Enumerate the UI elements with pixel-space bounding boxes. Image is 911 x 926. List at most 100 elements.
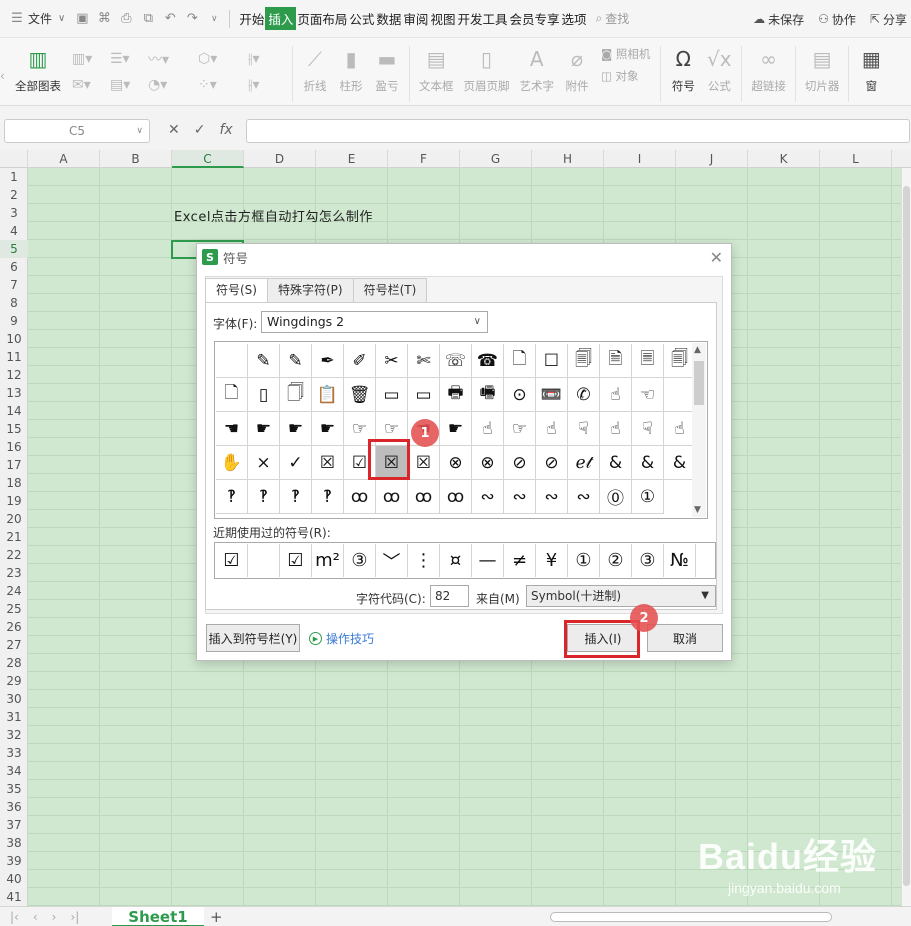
redo-icon[interactable]: ↷ [184,11,200,27]
wordart-button[interactable]: A 艺术字 [515,46,560,94]
symbol-cell[interactable]: ☛ [280,412,312,446]
symbol-cell[interactable]: ☝ [536,412,568,446]
symbol-cell[interactable]: ‽ [248,480,280,514]
symbol-cell[interactable]: 📋 [312,378,344,412]
formula-button[interactable]: √x 公式 [701,46,737,94]
vertical-scrollbar[interactable] [901,168,911,906]
scatter-chart-icon[interactable]: ⁘▾ [198,72,236,98]
row-header-9[interactable]: 9 [0,312,28,330]
symbol-cell[interactable]: ☚ [216,412,248,446]
sparkline-winloss-button[interactable]: ▬ 盈亏 [369,46,405,94]
symbol-cell[interactable]: ✎ [248,344,280,378]
recent-symbol-cell[interactable]: ☑ [216,544,248,577]
column-header-a[interactable]: A [28,150,100,168]
name-box[interactable]: C5 ∨ [4,119,150,143]
row-header-26[interactable]: 26 [0,618,28,636]
recent-symbol-cell[interactable]: ¥ [536,544,568,577]
row-header-40[interactable]: 40 [0,870,28,888]
row-header-35[interactable]: 35 [0,780,28,798]
symbol-cell[interactable]: ✐ [344,344,376,378]
undo-icon[interactable]: ↶ [162,11,178,27]
row-header-28[interactable]: 28 [0,654,28,672]
symbol-cell[interactable]: 🗏 [632,344,664,378]
recent-symbol-cell[interactable]: ☑ [280,544,312,577]
row-header-41[interactable]: 41 [0,888,28,906]
symbol-cell[interactable]: ▯ [248,378,280,412]
unsaved-button[interactable]: ☁ 未保存 [753,11,804,28]
symbol-cell[interactable]: 🗋 [504,344,536,378]
row-header-14[interactable]: 14 [0,402,28,420]
symbol-cell[interactable]: ∾ [504,480,536,514]
dialog-tab-0[interactable]: 符号(S) [205,278,268,303]
row-header-15[interactable]: 15 [0,420,28,438]
recent-symbol-cell[interactable]: — [472,544,504,577]
row-header-31[interactable]: 31 [0,708,28,726]
symbol-cell[interactable]: ‽ [216,480,248,514]
stats-chart-icon[interactable]: ▤▾ [110,72,148,98]
combo-chart-icon[interactable]: ⫲▾ [248,72,282,98]
symbol-cell[interactable]: ☝ [472,412,504,446]
symbol-cell[interactable]: ✂ [376,344,408,378]
column-header-k[interactable]: K [748,150,820,168]
symbol-cell[interactable]: ✋ [216,446,248,480]
area-chart-icon[interactable]: ✉▾ [72,72,110,98]
row-header-12[interactable]: 12 [0,366,28,384]
dialog-tab-1[interactable]: 特殊字符(P) [266,278,354,302]
symbol-cell[interactable]: ☛ [312,412,344,446]
recent-symbol-cell[interactable]: ② [600,544,632,577]
symbol-cell[interactable]: 🖷 [472,378,504,412]
symbol-cell[interactable]: ✄ [408,344,440,378]
formula-input[interactable] [246,119,910,143]
file-menu[interactable]: ☰ 文件 ∨ [0,0,71,38]
recent-symbol-cell[interactable]: ¤ [440,544,472,577]
print-icon[interactable]: ⎙ [118,11,134,27]
font-select[interactable]: Wingdings 2 ∨ [261,311,488,333]
row-header-8[interactable]: 8 [0,294,28,312]
symbol-cell[interactable]: ℯ𝓉 [568,446,600,480]
column-header-d[interactable]: D [244,150,316,168]
symbol-cell[interactable]: ✎ [280,344,312,378]
symbol-cell[interactable]: ☝ [600,412,632,446]
symbol-cell[interactable]: ☟ [568,412,600,446]
radar-chart-icon[interactable]: ⬡▾ [198,46,236,72]
from-select[interactable]: Symbol(十进制) ▼ [526,585,716,607]
format-painter-icon[interactable]: ⌘ [96,11,112,27]
menu-tab-7[interactable]: 开发工具 [456,7,508,30]
menu-tab-4[interactable]: 数据 [375,7,402,30]
row-header-39[interactable]: 39 [0,852,28,870]
column-header-l[interactable]: L [820,150,892,168]
recent-symbol-cell[interactable]: ① [568,544,600,577]
symbol-cell[interactable]: ꝏ [344,480,376,514]
recent-symbol-cell[interactable] [248,544,280,577]
row-header-16[interactable]: 16 [0,438,28,456]
row-header-19[interactable]: 19 [0,492,28,510]
row-header-32[interactable]: 32 [0,726,28,744]
recent-symbol-cell[interactable]: ⋮ [408,544,440,577]
symbol-cell[interactable] [216,344,248,378]
save-icon[interactable]: ▣ [74,11,90,27]
row-header-2[interactable]: 2 [0,186,28,204]
symbol-cell[interactable]: ☟ [632,412,664,446]
row-header-18[interactable]: 18 [0,474,28,492]
column-header-h[interactable]: H [532,150,604,168]
symbol-cell[interactable]: ✓ [280,446,312,480]
symbol-cell[interactable]: 🗑 [344,378,376,412]
check-icon[interactable]: ✓ [194,122,206,138]
row-header-34[interactable]: 34 [0,762,28,780]
recent-symbol-cell[interactable]: ≠ [504,544,536,577]
symbol-cell[interactable]: 🗋 [216,378,248,412]
symbol-cell[interactable]: ‽ [280,480,312,514]
symbol-cell[interactable]: ∾ [472,480,504,514]
first-sheet-icon[interactable]: |‹ [10,910,19,924]
symbol-button[interactable]: Ω 符号 [665,46,701,94]
symbol-cell[interactable]: 📼 [536,378,568,412]
symbol-cell[interactable]: ꝏ [408,480,440,514]
bar-chart-h-icon[interactable]: ☰▾ [110,46,148,72]
symbol-cell[interactable]: ☐ [536,344,568,378]
scroll-down-icon[interactable]: ▼ [694,505,701,515]
symbol-cell[interactable]: ▭ [408,378,440,412]
symbol-cell[interactable]: ⊘ [504,446,536,480]
symbol-grid-scrollbar[interactable]: ▲ ▼ [692,343,706,517]
header-footer-button[interactable]: ▯ 页眉页脚 [459,46,515,94]
menu-tab-3[interactable]: 公式 [348,7,375,30]
